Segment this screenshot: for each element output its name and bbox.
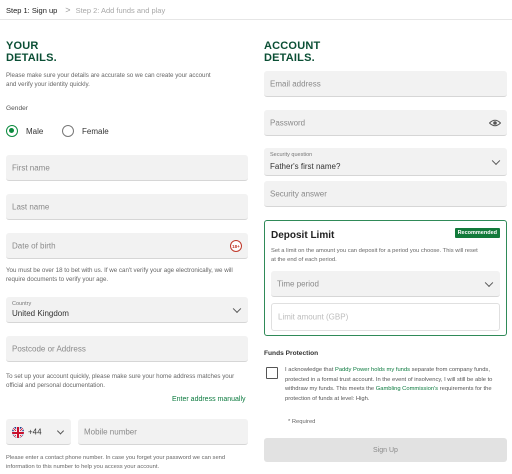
first-name-field[interactable]: First name bbox=[6, 155, 248, 181]
last-name-placeholder: Last name bbox=[12, 202, 50, 211]
signup-steps: Step 1: Sign up > Step 2: Add funds and … bbox=[6, 4, 165, 16]
password-placeholder: Password bbox=[270, 118, 306, 127]
password-field[interactable]: Password bbox=[264, 110, 507, 136]
enter-address-manually-link[interactable]: Enter address manually bbox=[172, 396, 246, 403]
first-name-placeholder: First name bbox=[12, 163, 50, 172]
security-question-label: Security question bbox=[270, 152, 313, 158]
gender-female-label[interactable]: Female bbox=[82, 127, 109, 136]
postcode-field[interactable]: Postcode or Address bbox=[6, 336, 248, 362]
funds-protection-acknowledgement: I acknowledge that Paddy Power holds my … bbox=[285, 367, 493, 402]
deposit-limit-title: Deposit Limit bbox=[271, 230, 335, 241]
security-answer-field[interactable]: Security answer bbox=[264, 181, 507, 207]
gender-male-label[interactable]: Male bbox=[26, 127, 43, 136]
mobile-number-field[interactable]: Mobile number bbox=[78, 419, 248, 445]
time-period-select[interactable]: Time period bbox=[271, 271, 500, 297]
chevron-down-icon bbox=[491, 156, 501, 165]
funds-protection-checkbox[interactable] bbox=[266, 367, 278, 379]
sign-up-button[interactable]: Sign Up bbox=[264, 438, 507, 462]
phone-note: Please enter a contact phone number. In … bbox=[6, 455, 226, 470]
gender-male-radio[interactable] bbox=[6, 125, 18, 137]
limit-amount-field[interactable]: Limit amount (GBP) bbox=[271, 303, 500, 331]
steps-divider bbox=[0, 19, 512, 20]
step-separator: > bbox=[65, 5, 71, 15]
paddy-power-funds-link[interactable]: Paddy Power holds my funds bbox=[335, 367, 410, 373]
chevron-down-icon bbox=[232, 304, 242, 313]
chevron-down-icon bbox=[56, 426, 65, 435]
age-note: You must be over 18 to bet with us. If w… bbox=[6, 267, 233, 283]
limit-amount-placeholder: Limit amount (GBP) bbox=[278, 312, 349, 322]
recommended-badge: Recommended bbox=[454, 228, 500, 238]
phone-code-value: +44 bbox=[28, 427, 42, 436]
country-value: United Kingdom bbox=[12, 309, 69, 318]
email-placeholder: Email address bbox=[270, 79, 321, 88]
security-question-select[interactable]: Security question Father's first name? bbox=[264, 148, 507, 176]
your-details-intro: Please make sure your details are accura… bbox=[6, 72, 211, 88]
time-period-placeholder: Time period bbox=[277, 279, 319, 288]
chevron-down-icon bbox=[484, 278, 494, 287]
postcode-placeholder: Postcode or Address bbox=[12, 344, 86, 353]
gender-label: Gender bbox=[6, 105, 28, 112]
your-details-heading: YOUR DETAILS. bbox=[6, 40, 57, 64]
country-select[interactable]: Country United Kingdom bbox=[6, 297, 248, 323]
security-question-value: Father's first name? bbox=[270, 162, 341, 171]
address-note: To set up your account quickly, please m… bbox=[6, 373, 235, 389]
mobile-number-placeholder: Mobile number bbox=[84, 427, 137, 436]
step-1-label: Step 1: Sign up bbox=[6, 5, 58, 15]
country-label: Country bbox=[12, 301, 32, 307]
date-of-birth-field[interactable]: Date of birth 18+ bbox=[6, 233, 248, 259]
date-of-birth-placeholder: Date of birth bbox=[12, 241, 56, 250]
age-18-plus-icon: 18+ bbox=[230, 240, 242, 252]
funds-protection-label: Funds Protection bbox=[264, 350, 319, 357]
gambling-commission-link[interactable]: Gambling Commission's bbox=[376, 386, 438, 392]
phone-country-code-select[interactable]: +44 bbox=[6, 419, 71, 445]
required-note: * Required bbox=[288, 419, 316, 425]
account-details-heading: ACCOUNT DETAILS. bbox=[264, 40, 321, 64]
security-answer-placeholder: Security answer bbox=[270, 189, 327, 198]
show-password-eye-icon[interactable] bbox=[489, 119, 501, 127]
step-2-label: Step 2: Add funds and play bbox=[75, 5, 166, 15]
deposit-limit-panel: Deposit Limit Recommended Set a limit on… bbox=[264, 220, 507, 336]
last-name-field[interactable]: Last name bbox=[6, 194, 248, 220]
email-field[interactable]: Email address bbox=[264, 71, 507, 97]
gender-female-radio[interactable] bbox=[62, 125, 74, 137]
uk-flag-icon bbox=[12, 425, 24, 438]
deposit-limit-description: Set a limit on the amount you can deposi… bbox=[271, 248, 478, 263]
